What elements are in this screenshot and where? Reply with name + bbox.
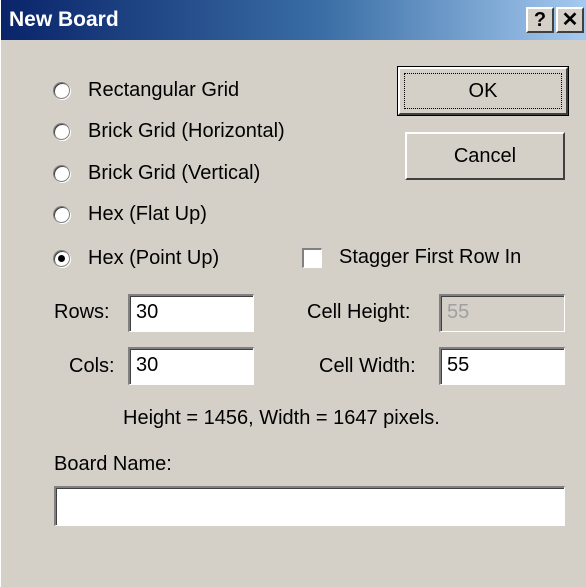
close-icon: ✕: [561, 9, 579, 31]
title-bar[interactable]: New Board ? ✕: [1, 0, 586, 40]
focus-rectangle: [404, 73, 562, 109]
radio-button-selected-icon[interactable]: [53, 249, 70, 267]
new-board-dialog: New Board ? ✕ Rectangular Grid Brick Gri…: [0, 0, 586, 587]
radio-label: Brick Grid (Horizontal): [88, 119, 285, 142]
cancel-label: Cancel: [453, 145, 517, 167]
radio-label: Brick Grid (Vertical): [88, 161, 261, 184]
radio-hex-flat-up[interactable]: Hex (Flat Up): [53, 198, 207, 230]
radio-button-icon[interactable]: [53, 122, 70, 140]
cell-height-input: 55: [439, 294, 565, 332]
radio-button-icon[interactable]: [53, 164, 70, 182]
ok-button[interactable]: OK: [397, 66, 569, 116]
cancel-button[interactable]: Cancel: [405, 132, 565, 180]
board-size-summary: Height = 1456, Width = 1647 pixels.: [123, 407, 440, 429]
radio-label: Rectangular Grid: [88, 78, 240, 101]
rows-label: Rows:: [54, 301, 110, 323]
help-button[interactable]: ?: [526, 7, 554, 33]
close-button[interactable]: ✕: [556, 7, 584, 33]
cols-input[interactable]: 30: [128, 347, 254, 385]
rows-input[interactable]: 30: [128, 294, 254, 332]
radio-brick-grid-horizontal[interactable]: Brick Grid (Horizontal): [53, 115, 285, 147]
board-name-label: Board Name:: [54, 453, 172, 475]
help-icon: ?: [533, 9, 547, 31]
radio-label: Hex (Point Up): [88, 246, 220, 269]
radio-button-icon[interactable]: [53, 81, 70, 99]
radio-hex-point-up[interactable]: Hex (Point Up): [53, 242, 219, 274]
cell-width-input[interactable]: 55: [439, 347, 565, 385]
radio-brick-grid-vertical[interactable]: Brick Grid (Vertical): [53, 157, 260, 189]
cols-label: Cols:: [69, 355, 115, 377]
window-title: New Board: [9, 8, 119, 31]
radio-label: Hex (Flat Up): [88, 202, 207, 225]
radio-button-icon[interactable]: [53, 205, 70, 223]
stagger-label[interactable]: Stagger First Row In: [339, 246, 521, 269]
board-name-input[interactable]: [54, 486, 565, 526]
stagger-checkbox[interactable]: [302, 248, 322, 268]
radio-rectangular-grid[interactable]: Rectangular Grid: [53, 74, 239, 106]
cell-height-label: Cell Height:: [307, 301, 411, 323]
cell-width-label: Cell Width:: [319, 355, 416, 377]
